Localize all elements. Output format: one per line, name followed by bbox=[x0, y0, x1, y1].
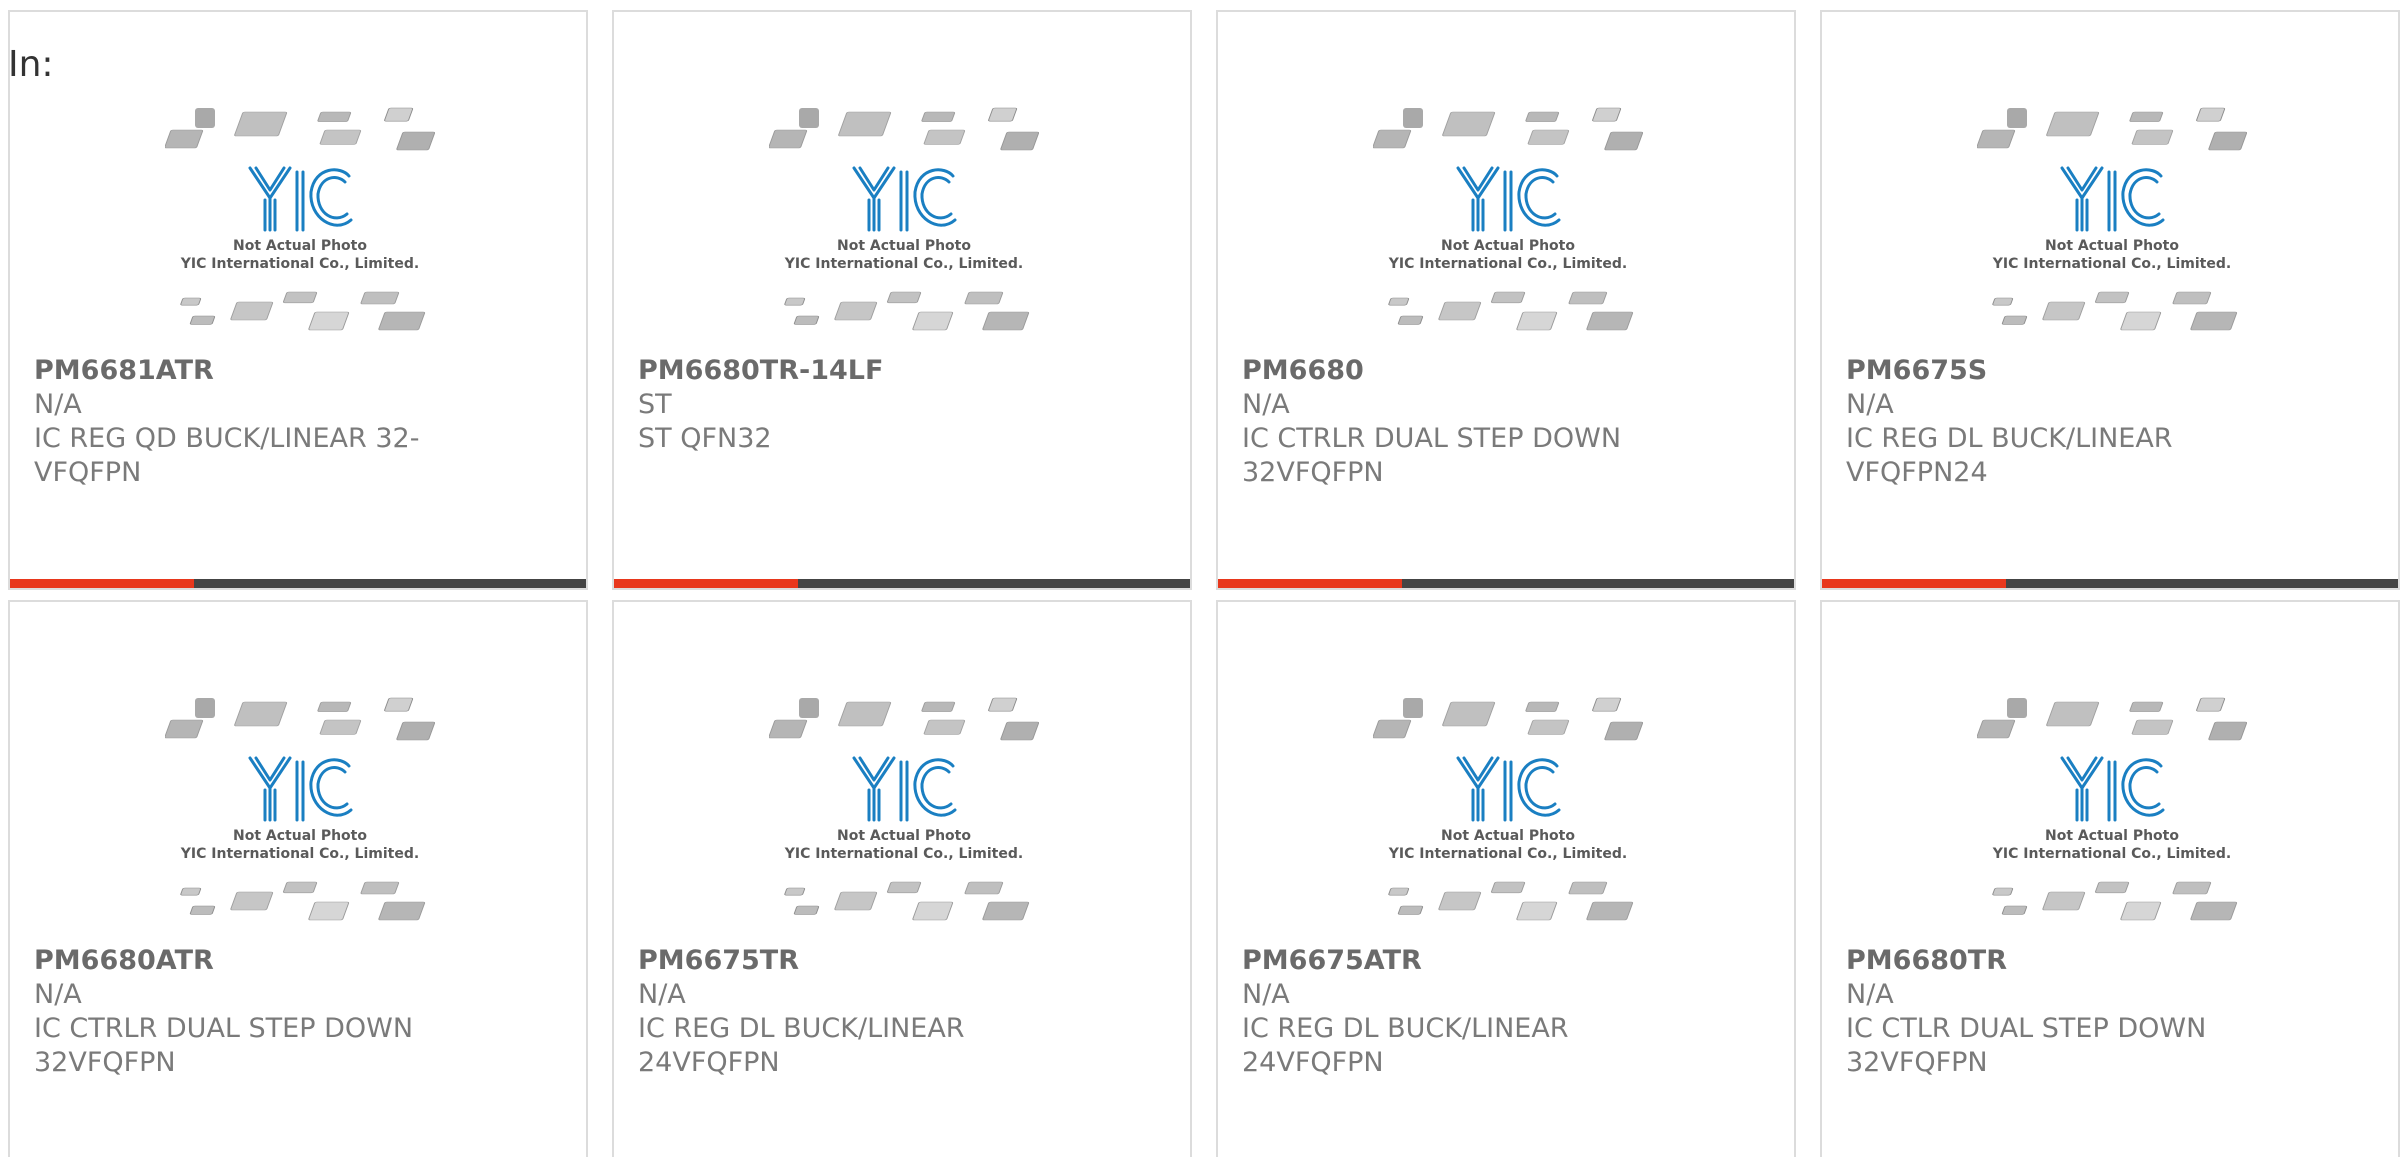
product-card[interactable]: Not Actual Photo YIC International Co., … bbox=[8, 10, 588, 590]
placeholder-image: Not Actual Photo YIC International Co., … bbox=[769, 102, 1039, 352]
svg-text:YIC International Co., Limited: YIC International Co., Limited. bbox=[1388, 256, 1627, 272]
product-card[interactable]: Not Actual Photo YIC International Co., … bbox=[1216, 600, 1796, 1157]
product-card[interactable]: Not Actual Photo YIC International Co., … bbox=[612, 10, 1192, 590]
svg-text:YIC International Co., Limited: YIC International Co., Limited. bbox=[1992, 846, 2231, 862]
manufacturer: N/A bbox=[1846, 389, 1894, 420]
svg-text:YIC International Co., Limited: YIC International Co., Limited. bbox=[1992, 256, 2231, 272]
part-number[interactable]: PM6680TR bbox=[1846, 944, 2286, 978]
svg-text:YIC International Co., Limited: YIC International Co., Limited. bbox=[1388, 846, 1627, 862]
yic-logo bbox=[1456, 166, 1561, 232]
description: IC REG DL BUCK/LINEAR 24VFQFPN bbox=[638, 1013, 965, 1078]
product-info: PM6681ATR N/A IC REG QD BUCK/LINEAR 32-V… bbox=[34, 354, 474, 490]
part-number[interactable]: PM6680ATR bbox=[34, 944, 474, 978]
svg-text:Not Actual Photo: Not Actual Photo bbox=[233, 238, 367, 254]
product-info: PM6680TR-14LF ST ST QFN32 bbox=[638, 354, 1078, 456]
product-card[interactable]: Not Actual Photo YIC International Co., … bbox=[1820, 10, 2400, 590]
description: IC CTLR DUAL STEP DOWN 32VFQFPN bbox=[1846, 1013, 2207, 1078]
part-number[interactable]: PM6681ATR bbox=[34, 354, 474, 388]
placeholder-image: Not Actual Photo YIC International Co., … bbox=[1373, 692, 1643, 942]
chip-icons-bottom bbox=[180, 881, 426, 921]
yic-logo bbox=[248, 756, 353, 822]
progress-fill bbox=[614, 579, 799, 588]
product-card[interactable]: Not Actual Photo YIC International Co., … bbox=[1820, 600, 2400, 1157]
chip-icons-bottom bbox=[1388, 291, 1634, 331]
svg-text:Not Actual Photo: Not Actual Photo bbox=[837, 828, 971, 844]
svg-text:Not Actual Photo: Not Actual Photo bbox=[837, 238, 971, 254]
part-number[interactable]: PM6680TR-14LF bbox=[638, 354, 1078, 388]
chip-icons-bottom bbox=[1992, 881, 2238, 921]
description: ST QFN32 bbox=[638, 423, 772, 454]
svg-text:YIC International Co., Limited: YIC International Co., Limited. bbox=[784, 846, 1023, 862]
manufacturer: N/A bbox=[638, 979, 686, 1010]
description: IC REG QD BUCK/LINEAR 32-VFQFPN bbox=[34, 423, 420, 488]
manufacturer: N/A bbox=[1846, 979, 1894, 1010]
yic-logo bbox=[1456, 756, 1561, 822]
chip-icons-top bbox=[1373, 697, 1643, 741]
svg-text:YIC International Co., Limited: YIC International Co., Limited. bbox=[784, 256, 1023, 272]
manufacturer: N/A bbox=[1242, 389, 1290, 420]
svg-text:YIC International Co., Limited: YIC International Co., Limited. bbox=[180, 256, 419, 272]
yic-logo bbox=[852, 166, 957, 232]
chip-icons-top bbox=[1977, 107, 2247, 151]
placeholder-image: Not Actual Photo YIC International Co., … bbox=[165, 102, 435, 352]
product-card[interactable]: Not Actual Photo YIC International Co., … bbox=[8, 600, 588, 1157]
product-info: PM6680TR N/A IC CTLR DUAL STEP DOWN 32VF… bbox=[1846, 944, 2286, 1080]
product-info: PM6675ATR N/A IC REG DL BUCK/LINEAR 24VF… bbox=[1242, 944, 1682, 1080]
placeholder-image: Not Actual Photo YIC International Co., … bbox=[1373, 102, 1643, 352]
chip-icons-bottom bbox=[784, 881, 1030, 921]
progress-fill bbox=[10, 579, 195, 588]
manufacturer: N/A bbox=[34, 979, 82, 1010]
progress-fill bbox=[1218, 579, 1403, 588]
manufacturer: N/A bbox=[1242, 979, 1290, 1010]
chip-icons-top bbox=[769, 697, 1039, 741]
svg-text:Not Actual Photo: Not Actual Photo bbox=[2045, 238, 2179, 254]
chip-icons-bottom bbox=[1388, 881, 1634, 921]
part-number[interactable]: PM6675TR bbox=[638, 944, 1078, 978]
chip-icons-top bbox=[165, 107, 435, 151]
svg-text:Not Actual Photo: Not Actual Photo bbox=[1441, 828, 1575, 844]
yic-logo bbox=[2060, 756, 2165, 822]
chip-icons-bottom bbox=[180, 291, 426, 331]
manufacturer: ST bbox=[638, 389, 672, 420]
yic-logo bbox=[248, 166, 353, 232]
svg-text:Not Actual Photo: Not Actual Photo bbox=[233, 828, 367, 844]
part-number[interactable]: PM6675ATR bbox=[1242, 944, 1682, 978]
manufacturer: N/A bbox=[34, 389, 82, 420]
chip-icons-top bbox=[1373, 107, 1643, 151]
product-info: PM6675TR N/A IC REG DL BUCK/LINEAR 24VFQ… bbox=[638, 944, 1078, 1080]
placeholder-image: Not Actual Photo YIC International Co., … bbox=[165, 692, 435, 942]
filter-label: In: bbox=[8, 44, 54, 85]
placeholder-image: Not Actual Photo YIC International Co., … bbox=[769, 692, 1039, 942]
product-card[interactable]: Not Actual Photo YIC International Co., … bbox=[612, 600, 1192, 1157]
svg-text:Not Actual Photo: Not Actual Photo bbox=[1441, 238, 1575, 254]
chip-icons-top bbox=[769, 107, 1039, 151]
description: IC CTRLR DUAL STEP DOWN 32VFQFPN bbox=[1242, 423, 1622, 488]
svg-text:YIC International Co., Limited: YIC International Co., Limited. bbox=[180, 846, 419, 862]
description: IC CTRLR DUAL STEP DOWN 32VFQFPN bbox=[34, 1013, 414, 1078]
placeholder-image: Not Actual Photo YIC International Co., … bbox=[1977, 692, 2247, 942]
chip-icons-top bbox=[1977, 697, 2247, 741]
product-card[interactable]: Not Actual Photo YIC International Co., … bbox=[1216, 10, 1796, 590]
product-info: PM6675S N/A IC REG DL BUCK/LINEAR VFQFPN… bbox=[1846, 354, 2286, 490]
svg-text:Not Actual Photo: Not Actual Photo bbox=[2045, 828, 2179, 844]
progress-fill bbox=[1822, 579, 2007, 588]
part-number[interactable]: PM6680 bbox=[1242, 354, 1682, 388]
product-info: PM6680ATR N/A IC CTRLR DUAL STEP DOWN 32… bbox=[34, 944, 474, 1080]
placeholder-image: Not Actual Photo YIC International Co., … bbox=[1977, 102, 2247, 352]
product-info: PM6680 N/A IC CTRLR DUAL STEP DOWN 32VFQ… bbox=[1242, 354, 1682, 490]
progress-bar bbox=[1218, 579, 1794, 588]
description: IC REG DL BUCK/LINEAR 24VFQFPN bbox=[1242, 1013, 1569, 1078]
yic-logo bbox=[2060, 166, 2165, 232]
chip-icons-bottom bbox=[784, 291, 1030, 331]
chip-icons-top bbox=[165, 697, 435, 741]
chip-icons-bottom bbox=[1992, 291, 2238, 331]
progress-bar bbox=[10, 579, 586, 588]
progress-bar bbox=[614, 579, 1190, 588]
yic-logo bbox=[852, 756, 957, 822]
progress-bar bbox=[1822, 579, 2398, 588]
product-grid-page: In: Not Actual Photo YIC International C… bbox=[0, 0, 2400, 1157]
part-number[interactable]: PM6675S bbox=[1846, 354, 2286, 388]
description: IC REG DL BUCK/LINEAR VFQFPN24 bbox=[1846, 423, 2173, 488]
